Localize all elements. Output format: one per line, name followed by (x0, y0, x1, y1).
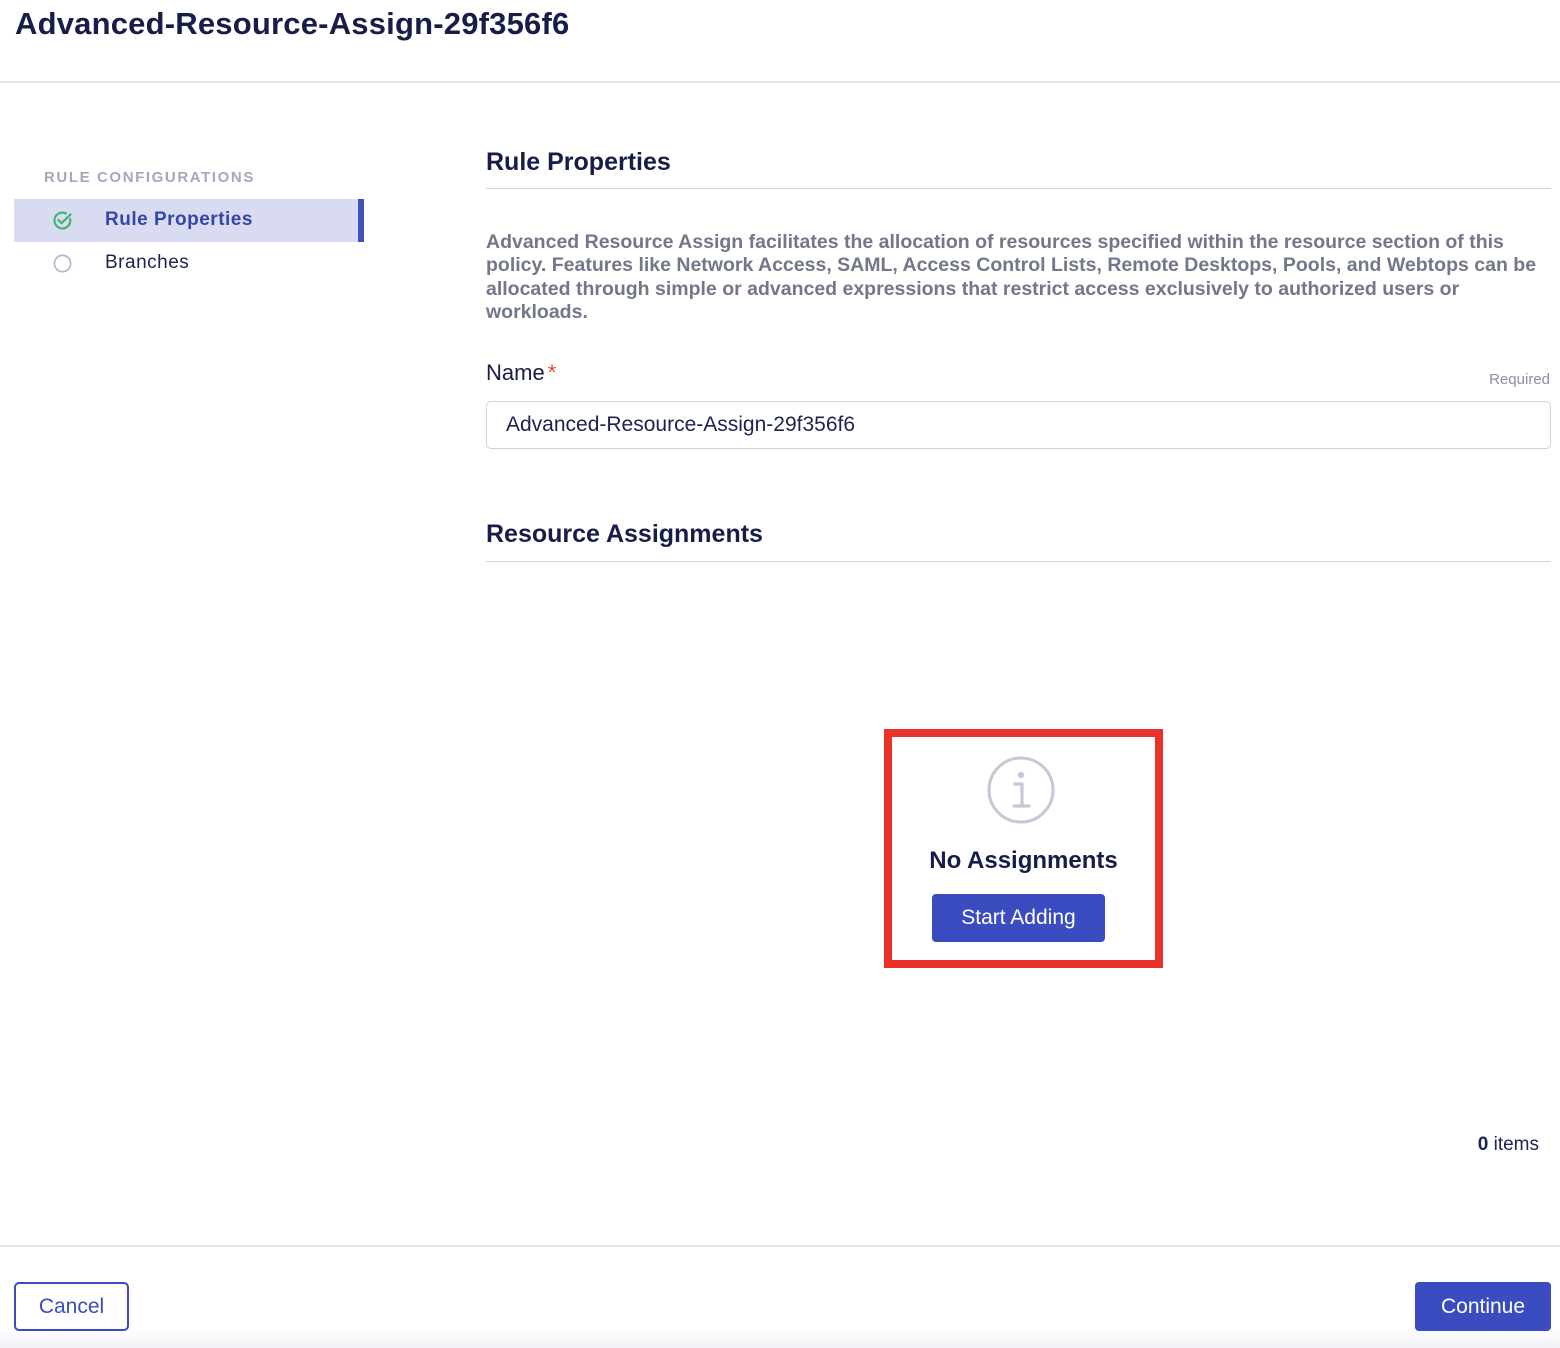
name-input[interactable] (486, 401, 1551, 449)
page-header: Advanced-Resource-Assign-29f356f6 (0, 0, 1560, 83)
section-title-rule-properties: Rule Properties (486, 148, 671, 176)
start-adding-button[interactable]: Start Adding (932, 894, 1105, 942)
sidebar-item-label: Branches (105, 252, 190, 273)
sidebar-item-label: Rule Properties (105, 209, 253, 230)
required-hint: Required (1489, 371, 1550, 388)
empty-circle-icon (53, 254, 72, 273)
sidebar-item-rule-properties[interactable]: Rule Properties (14, 199, 364, 242)
info-icon (987, 756, 1055, 824)
rule-description: Advanced Resource Assign facilitates the… (486, 231, 1537, 323)
empty-assignments-panel: No Assignments Start Adding (884, 729, 1163, 968)
items-count-value: 0 (1477, 1134, 1489, 1155)
continue-button[interactable]: Continue (1415, 1282, 1551, 1331)
name-field-label: Name * (486, 360, 556, 386)
divider (486, 561, 1551, 562)
required-marker: * (547, 360, 557, 385)
page-title: Advanced-Resource-Assign-29f356f6 (15, 6, 570, 41)
sidebar-item-branches[interactable]: Branches (14, 242, 364, 285)
footer-bar: Cancel Continue (0, 1245, 1560, 1348)
cancel-button[interactable]: Cancel (14, 1282, 129, 1331)
section-title-resource-assignments: Resource Assignments (486, 520, 763, 548)
divider (486, 188, 1551, 189)
items-count-unit: items (1493, 1134, 1539, 1155)
check-circle-icon (53, 211, 72, 230)
items-count: 0 items (1478, 1134, 1539, 1156)
page: Advanced-Resource-Assign-29f356f6 RULE C… (0, 0, 1560, 1348)
sidebar-heading: RULE CONFIGURATIONS (44, 169, 255, 186)
empty-state-title: No Assignments (929, 847, 1118, 874)
name-label-text: Name (486, 360, 545, 385)
